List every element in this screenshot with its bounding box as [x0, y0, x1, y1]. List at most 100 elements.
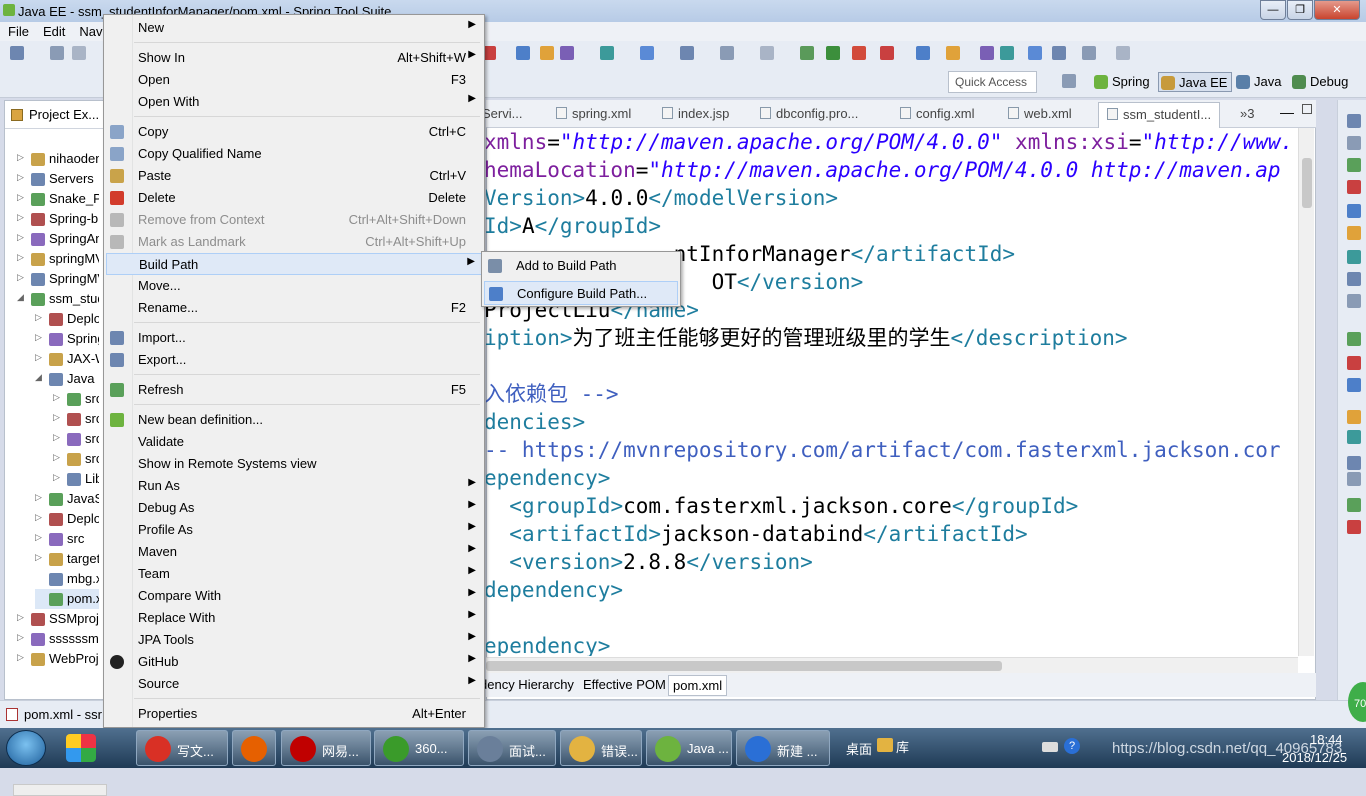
toolbar-icon[interactable] — [50, 46, 64, 60]
maximize-editor-icon[interactable] — [1302, 104, 1312, 114]
submenu-item-configure-build-path[interactable]: Configure Build Path... — [484, 281, 678, 305]
expand-arrow-icon[interactable]: ▷ — [35, 312, 42, 323]
expand-arrow-icon[interactable]: ▷ — [35, 512, 42, 523]
toolbar-icon[interactable] — [640, 46, 654, 60]
view-icon[interactable] — [1347, 250, 1361, 264]
tree-item[interactable]: ▷ JavaSc — [35, 489, 99, 509]
menu-item-profile-as[interactable]: Profile As ▶ — [106, 519, 482, 541]
tree-item[interactable]: ▷ target — [35, 549, 99, 569]
editor-tab[interactable]: config.xml — [900, 106, 975, 121]
tree-item[interactable]: ▷ Spring — [35, 329, 99, 349]
taskbar-button[interactable]: 新建 ... — [736, 730, 830, 766]
expand-arrow-icon[interactable]: ▷ — [53, 412, 60, 423]
taskbar-button[interactable]: 写文... — [136, 730, 228, 766]
expand-arrow-icon[interactable]: ▷ — [17, 632, 24, 643]
toolbar-icon[interactable] — [946, 46, 960, 60]
expand-arrow-icon[interactable]: ▷ — [17, 172, 24, 183]
tree-item[interactable]: ▷ src — [53, 389, 99, 409]
expand-arrow-icon[interactable]: ▷ — [53, 452, 60, 463]
scroll-thumb[interactable] — [1302, 158, 1312, 208]
expand-arrow-icon[interactable]: ▷ — [17, 192, 24, 203]
expand-arrow-icon[interactable]: ▷ — [17, 152, 24, 163]
tree-item[interactable]: ▷ WebProje — [17, 649, 99, 669]
view-icon[interactable] — [1347, 226, 1361, 240]
menu-item-source[interactable]: Source ▶ — [106, 673, 482, 695]
editor-tab[interactable]: »3 — [1240, 106, 1254, 121]
menu-item-rename[interactable]: Rename... F2 — [106, 297, 482, 319]
toolbar-icon[interactable] — [680, 46, 694, 60]
view-icon[interactable] — [1347, 294, 1361, 308]
expand-arrow-icon[interactable]: ▷ — [35, 352, 42, 363]
tree-item[interactable]: ▷ SSMproje — [17, 609, 99, 629]
desktop-label[interactable]: 桌面 — [846, 739, 872, 758]
view-icon[interactable] — [1347, 430, 1361, 444]
debug-perspective-button[interactable]: Debug — [1290, 72, 1352, 92]
menu-item-import[interactable]: Import... — [106, 327, 482, 349]
editor-horizontal-scrollbar[interactable] — [486, 657, 1298, 673]
editor-vertical-scrollbar[interactable] — [1298, 128, 1314, 656]
expand-arrow-icon[interactable]: ▷ — [53, 392, 60, 403]
tree-item[interactable]: ▷ SpringMV — [17, 269, 99, 289]
tree-item[interactable]: ▷ SpringAn — [17, 229, 99, 249]
menu-item-copy-qualified-name[interactable]: Copy Qualified Name — [106, 143, 482, 165]
tree-item[interactable]: ▷ src — [53, 449, 99, 469]
expand-arrow-icon[interactable]: ▷ — [35, 332, 42, 343]
help-icon[interactable]: ? — [1064, 738, 1080, 754]
toolbar-icon[interactable] — [600, 46, 614, 60]
toolbar-icon[interactable] — [540, 46, 554, 60]
toolbar-icon[interactable] — [880, 46, 894, 60]
clock-time[interactable]: 18:44 — [1310, 732, 1343, 747]
expand-arrow-icon[interactable]: ▷ — [35, 552, 42, 563]
tree-item[interactable]: ▷ springMV — [17, 249, 99, 269]
maximize-button[interactable]: ❐ — [1287, 0, 1313, 20]
view-icon[interactable] — [1347, 472, 1361, 486]
taskbar-button[interactable]: 面试... — [468, 730, 556, 766]
keyboard-icon[interactable] — [1042, 742, 1058, 752]
javaee-perspective-button[interactable]: Java EE — [1158, 72, 1233, 92]
expand-arrow-icon[interactable]: ◢ — [17, 292, 24, 303]
tree-item[interactable]: ▷ Deplo — [35, 309, 99, 329]
view-icon[interactable] — [1347, 410, 1361, 424]
menu-item-new-bean-definition[interactable]: New bean definition... — [106, 409, 482, 431]
expand-arrow-icon[interactable]: ◢ — [35, 372, 42, 383]
menu-item-show-in-remote-systems-view[interactable]: Show in Remote Systems view — [106, 453, 482, 475]
clock-date[interactable]: 2018/12/25 — [1282, 750, 1347, 765]
menu-item-build-path[interactable]: Build Path ▶ — [106, 253, 482, 275]
expand-arrow-icon[interactable]: ▷ — [35, 532, 42, 543]
start-button[interactable] — [6, 730, 46, 766]
menu-navigate[interactable]: Navi — [79, 24, 105, 39]
explorer-horizontal-scrollbar[interactable] — [13, 784, 107, 796]
editor-tab[interactable]: Servi... — [482, 106, 522, 121]
toolbar-icon[interactable] — [826, 46, 840, 60]
menu-item-jpa-tools[interactable]: JPA Tools ▶ — [106, 629, 482, 651]
library-label[interactable]: 库 — [896, 737, 909, 756]
toolbar-icon[interactable] — [1000, 46, 1014, 60]
tab-effective-pom[interactable]: Effective POM — [583, 677, 666, 692]
taskbar-button[interactable]: Java ... — [646, 730, 732, 766]
java-perspective-button[interactable]: Java — [1234, 72, 1285, 92]
taskbar-button[interactable]: 网易... — [281, 730, 371, 766]
toolbar-icon[interactable] — [10, 46, 24, 60]
expand-arrow-icon[interactable]: ▷ — [17, 612, 24, 623]
tab-dependency-hierarchy[interactable]: dency Hierarchy — [480, 677, 574, 692]
menu-item-replace-with[interactable]: Replace With ▶ — [106, 607, 482, 629]
toolbar-icon[interactable] — [800, 46, 814, 60]
toolbar-icon[interactable] — [852, 46, 866, 60]
tree-item[interactable]: pom.x — [35, 589, 99, 609]
menu-item-move[interactable]: Move... — [106, 275, 482, 297]
menu-item-export[interactable]: Export... — [106, 349, 482, 371]
menu-item-validate[interactable]: Validate — [106, 431, 482, 453]
menu-item-run-as[interactable]: Run As ▶ — [106, 475, 482, 497]
toolbar-icon[interactable] — [72, 46, 86, 60]
taskbar-button[interactable]: 360... — [374, 730, 464, 766]
tree-item[interactable]: mbg.x — [35, 569, 99, 589]
toolbar-icon[interactable] — [760, 46, 774, 60]
tree-item[interactable]: ◢ Java R — [35, 369, 99, 389]
tree-item[interactable]: ▷ Deplo — [35, 509, 99, 529]
menu-item-properties[interactable]: Properties Alt+Enter — [106, 703, 482, 725]
expand-arrow-icon[interactable]: ▷ — [53, 472, 60, 483]
minimize-editor-icon[interactable]: — — [1280, 104, 1294, 120]
expand-arrow-icon[interactable]: ▷ — [17, 252, 24, 263]
open-perspective-icon[interactable] — [1062, 74, 1076, 88]
view-icon[interactable] — [1347, 356, 1361, 370]
